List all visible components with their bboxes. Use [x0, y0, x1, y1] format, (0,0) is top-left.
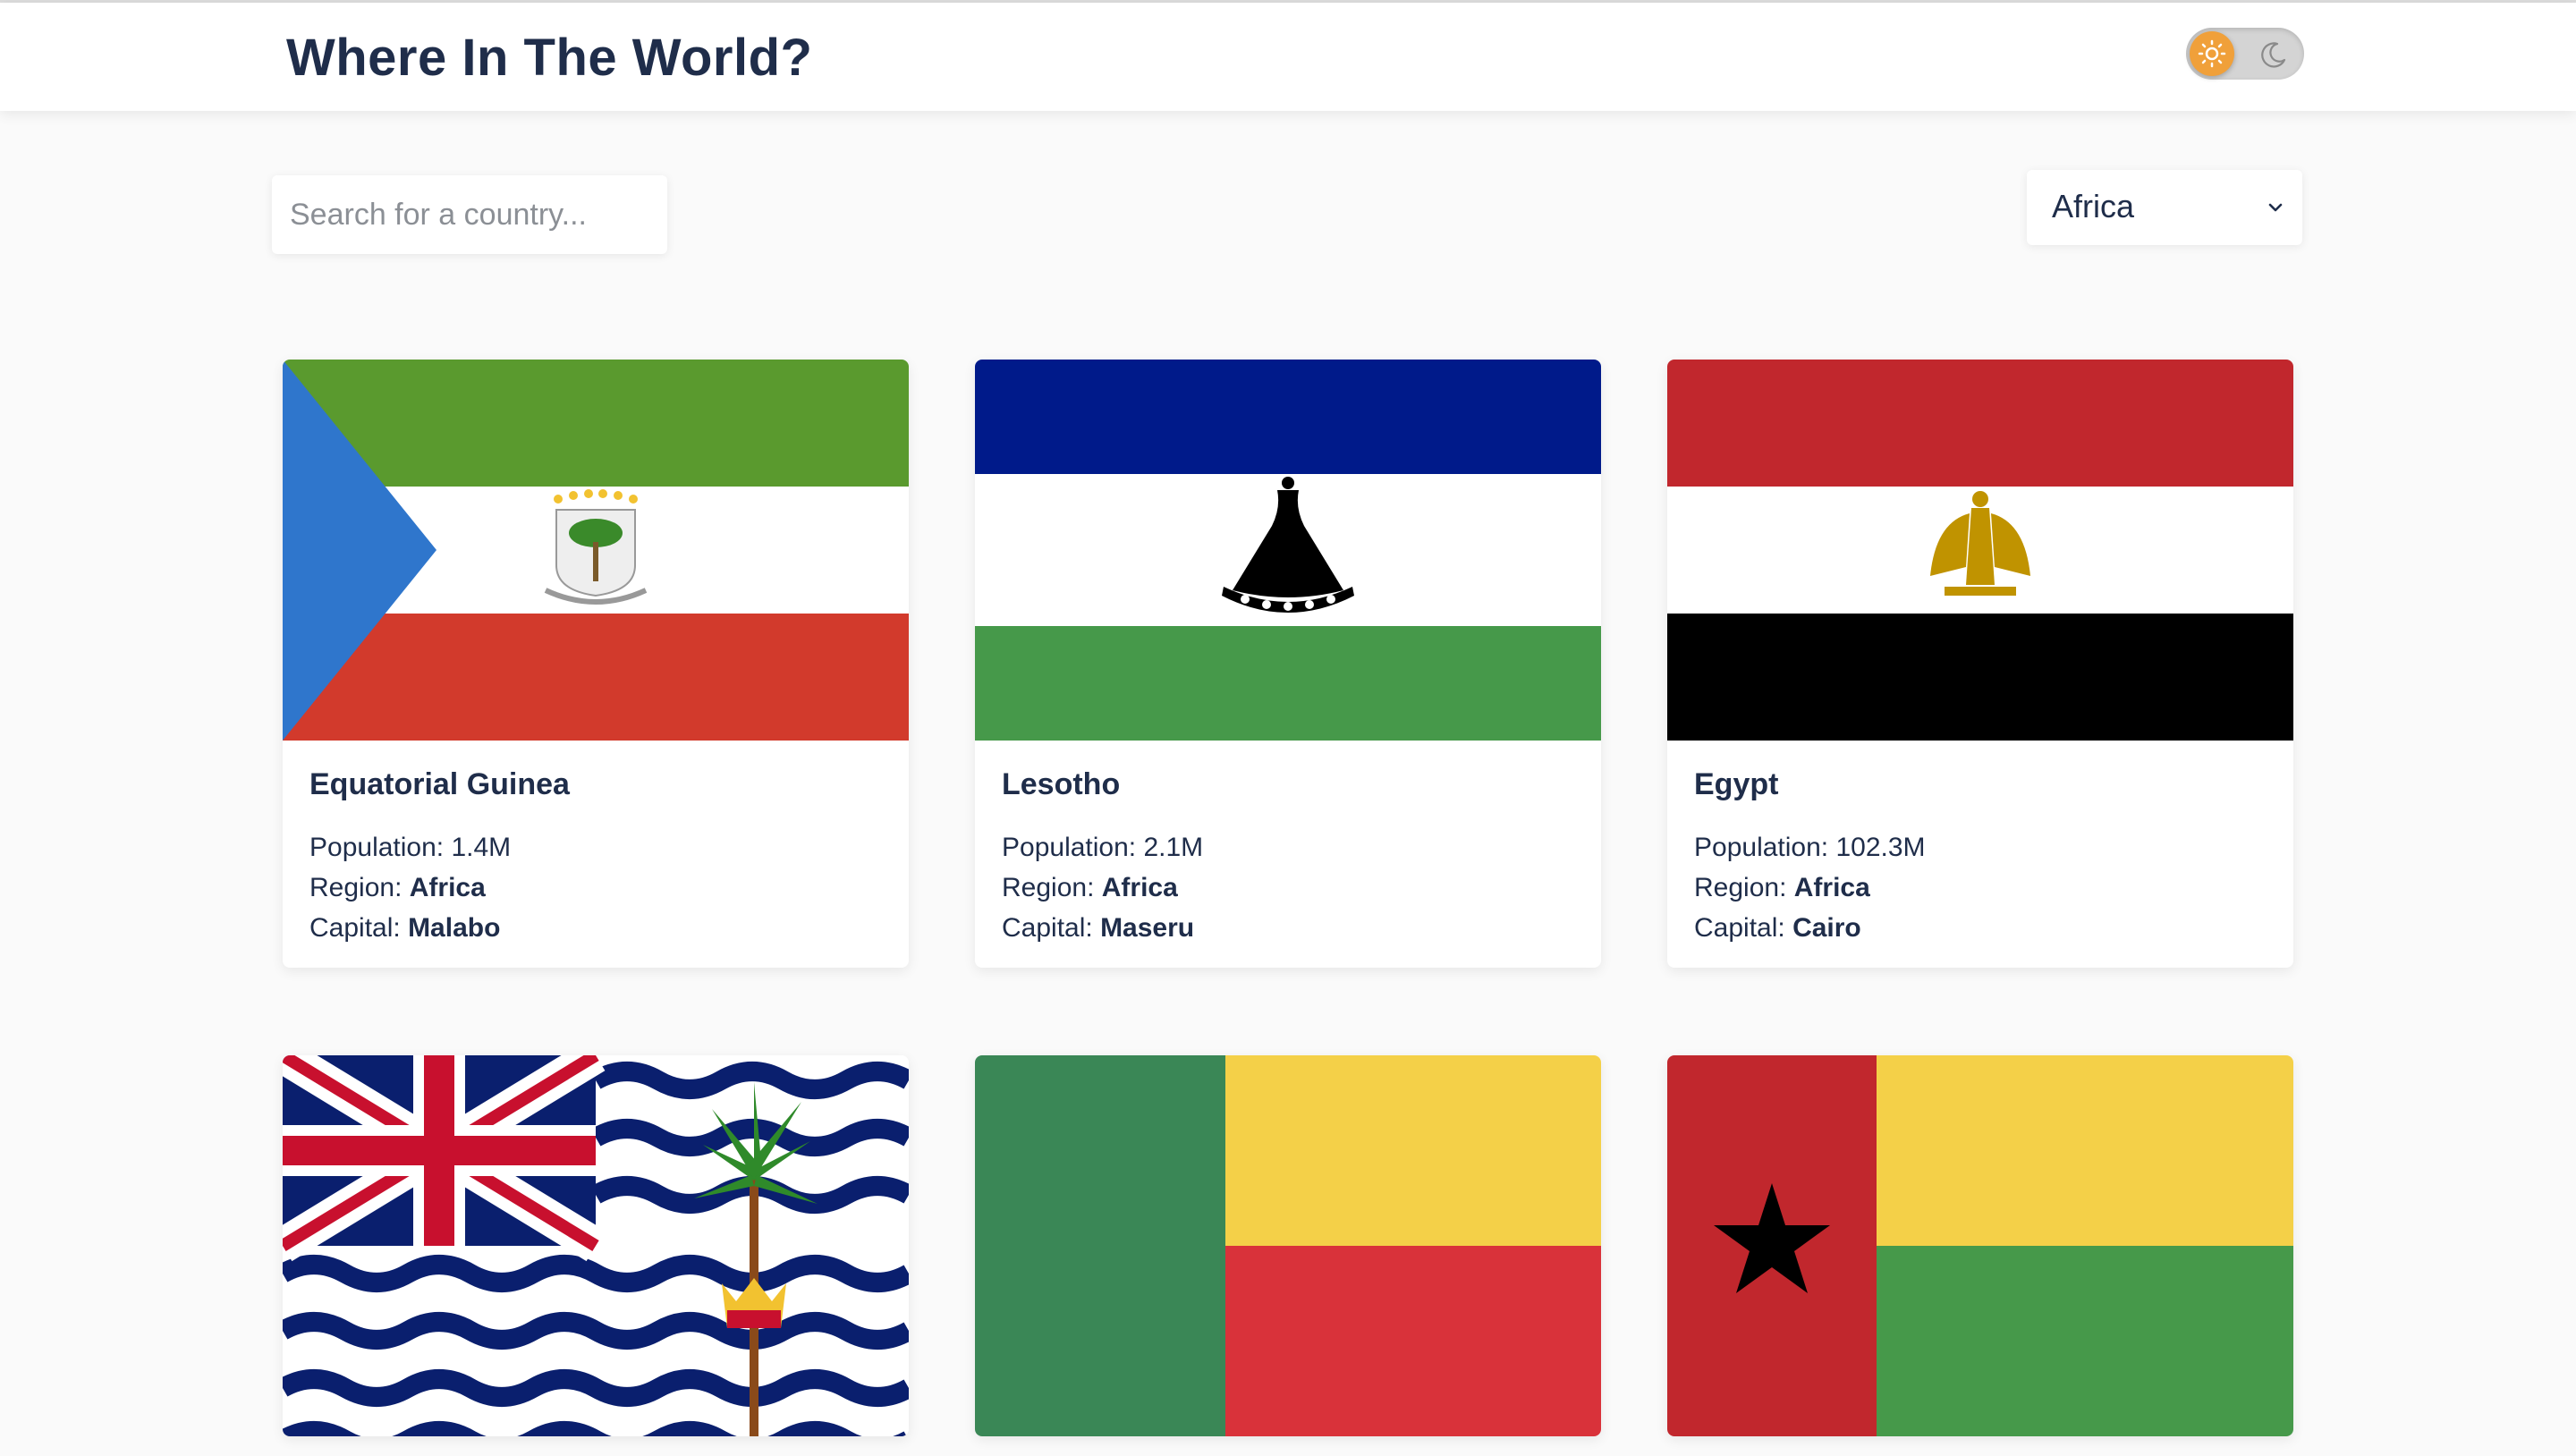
region-label: Region: — [1694, 873, 1787, 902]
flag-egypt-image — [1667, 360, 2293, 741]
search-box[interactable] — [272, 175, 667, 254]
chevron-down-icon — [2268, 203, 2283, 212]
region-label: Region: — [309, 873, 402, 902]
region-value: Africa — [1101, 873, 1178, 902]
capital-label: Capital: — [1002, 913, 1093, 943]
flag-british-indian-ocean-territory-image — [283, 1055, 909, 1436]
flag-benin-image — [975, 1055, 1601, 1436]
moon-icon[interactable] — [2259, 40, 2288, 69]
region-value: Africa — [1793, 873, 1870, 902]
country-card[interactable]: Equatorial Guinea Population: 1.4M Regio… — [283, 360, 909, 968]
region-fact: Region: Africa — [1002, 868, 1574, 908]
country-card[interactable] — [975, 1055, 1601, 1436]
search-input[interactable] — [272, 175, 667, 254]
country-card[interactable] — [1667, 1055, 2293, 1436]
theme-toggle[interactable] — [2186, 28, 2304, 80]
flag-equatorial-guinea-image — [283, 360, 909, 741]
sun-icon[interactable] — [2190, 31, 2234, 76]
population-label: Population: — [1002, 833, 1137, 862]
country-name: Equatorial Guinea — [309, 767, 570, 801]
region-fact: Region: Africa — [1694, 868, 2267, 908]
population-fact: Population: 2.1M — [1002, 827, 1574, 868]
population-label: Population: — [1694, 833, 1829, 862]
region-fact: Region: Africa — [309, 868, 882, 908]
app-header: Where In The World? — [0, 3, 2576, 111]
capital-fact: Capital: Maseru — [1002, 908, 1574, 948]
population-value: 102.3M — [1835, 833, 1926, 862]
capital-value: Maseru — [1100, 913, 1195, 943]
population-value: 1.4M — [451, 833, 512, 862]
region-filter-select[interactable]: Africa — [2027, 170, 2302, 245]
country-card[interactable]: Egypt Population: 102.3M Region: Africa … — [1667, 360, 2293, 968]
flag-guinea-bissau-image — [1667, 1055, 2293, 1436]
region-value: Africa — [409, 873, 486, 902]
app-title: Where In The World? — [286, 29, 813, 87]
country-card[interactable]: Lesotho Population: 2.1M Region: Africa … — [975, 360, 1601, 968]
capital-fact: Capital: Cairo — [1694, 908, 2267, 948]
capital-value: Malabo — [408, 913, 501, 943]
population-label: Population: — [309, 833, 445, 862]
capital-label: Capital: — [1694, 913, 1785, 943]
population-value: 2.1M — [1143, 833, 1204, 862]
capital-value: Cairo — [1792, 913, 1861, 943]
country-name: Lesotho — [1002, 767, 1121, 801]
region-filter-value: Africa — [2052, 188, 2135, 224]
country-name: Egypt — [1694, 767, 1779, 801]
flag-lesotho-image — [975, 360, 1601, 741]
country-card[interactable] — [283, 1055, 909, 1436]
population-fact: Population: 102.3M — [1694, 827, 2267, 868]
capital-fact: Capital: Malabo — [309, 908, 882, 948]
region-label: Region: — [1002, 873, 1095, 902]
capital-label: Capital: — [309, 913, 401, 943]
population-fact: Population: 1.4M — [309, 827, 882, 868]
